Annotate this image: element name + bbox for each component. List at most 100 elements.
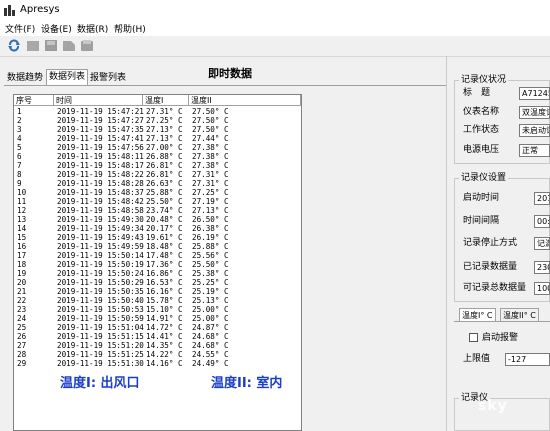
table-row[interactable]: 26 2019-11-19 15:51:15 14.41° C 24.68° C	[14, 332, 301, 341]
menu-device[interactable]: 设备(E)	[41, 22, 72, 35]
cell-time: 2019-11-19 15:51:20	[57, 341, 144, 350]
cell-temp2: 25.13° C	[192, 296, 229, 305]
setting-field[interactable]: 00:	[534, 215, 550, 228]
table-row[interactable]: 17 2019-11-19 15:50:14 17.48° C 25.56° C	[14, 251, 301, 260]
cell-time: 2019-11-19 15:48:17	[57, 161, 144, 170]
menu-help[interactable]: 帮助(H)	[114, 22, 146, 35]
cell-temp2: 27.44° C	[192, 134, 229, 143]
pane-divider[interactable]	[446, 56, 447, 431]
status-field[interactable]: 双温度记	[519, 106, 550, 119]
column-header-temp2[interactable]: 温度II	[189, 95, 301, 106]
tab-temp1[interactable]: 温度I° C	[459, 308, 496, 322]
cell-index: 17	[17, 251, 27, 260]
status-field[interactable]: A712456	[519, 87, 550, 100]
cell-temp1: 27.25° C	[146, 116, 183, 125]
table-row[interactable]: 1 2019-11-19 15:47:21 27.31° C 27.50° C	[14, 107, 301, 116]
open-file-icon[interactable]	[26, 39, 40, 52]
cell-time: 2019-11-19 15:48:22	[57, 170, 144, 179]
annotation-temp1: 温度I: 出风口	[60, 376, 140, 391]
table-row[interactable]: 22 2019-11-19 15:50:40 15.78° C 25.13° C	[14, 296, 301, 305]
cell-temp1: 20.17° C	[146, 224, 183, 233]
column-header-temp1[interactable]: 温度I	[143, 95, 189, 106]
table-row[interactable]: 3 2019-11-19 15:47:35 27.13° C 27.50° C	[14, 125, 301, 134]
cell-temp1: 25.88° C	[146, 188, 183, 197]
tab-data-list[interactable]: 数据列表	[46, 69, 89, 86]
cell-temp2: 25.19° C	[192, 287, 229, 296]
cell-temp2: 27.31° C	[192, 170, 229, 179]
cell-time: 2019-11-19 15:51:30	[57, 359, 144, 368]
refresh-icon[interactable]	[7, 39, 21, 52]
setting-field[interactable]: 201	[534, 192, 550, 205]
cell-temp1: 26.81° C	[146, 170, 183, 179]
cell-temp1: 14.91° C	[146, 314, 183, 323]
cell-time: 2019-11-19 15:48:11	[57, 152, 144, 161]
cell-temp2: 27.25° C	[192, 188, 229, 197]
cell-temp2: 27.50° C	[192, 116, 229, 125]
cell-temp2: 24.49° C	[192, 359, 229, 368]
cell-time: 2019-11-19 15:50:40	[57, 296, 144, 305]
title-bar	[0, 0, 550, 20]
cell-temp2: 27.50° C	[192, 125, 229, 134]
tab-temp2[interactable]: 温度II° C	[500, 308, 539, 322]
menu-data[interactable]: 数据(R)	[77, 22, 108, 35]
cell-temp1: 27.13° C	[146, 125, 183, 134]
table-row[interactable]: 9 2019-11-19 15:48:28 26.63° C 27.31° C	[14, 179, 301, 188]
table-row[interactable]: 15 2019-11-19 15:49:43 19.61° C 26.19° C	[14, 233, 301, 242]
cell-index: 15	[17, 233, 27, 242]
table-row[interactable]: 11 2019-11-19 15:48:42 25.50° C 27.19° C	[14, 197, 301, 206]
window-title: Apresys	[20, 4, 60, 15]
tab-data-trend[interactable]: 数据趋势	[5, 71, 45, 85]
status-label: 工作状态	[463, 125, 500, 135]
cell-temp1: 16.86° C	[146, 269, 183, 278]
table-row[interactable]: 14 2019-11-19 15:49:34 20.17° C 26.38° C	[14, 224, 301, 233]
setting-label: 可记录总数据量	[463, 283, 527, 293]
table-row[interactable]: 25 2019-11-19 15:51:04 14.72° C 24.87° C	[14, 323, 301, 332]
cell-time: 2019-11-19 15:48:28	[57, 179, 144, 188]
table-row[interactable]: 10 2019-11-19 15:48:37 25.88° C 27.25° C	[14, 188, 301, 197]
table-row[interactable]: 12 2019-11-19 15:48:58 23.74° C 27.13° C	[14, 206, 301, 215]
table-row[interactable]: 19 2019-11-19 15:50:24 16.86° C 25.38° C	[14, 269, 301, 278]
cell-temp1: 23.74° C	[146, 206, 183, 215]
table-row[interactable]: 27 2019-11-19 15:51:20 14.35° C 24.68° C	[14, 341, 301, 350]
enable-alarm-checkbox[interactable]	[469, 333, 478, 342]
upper-limit-input[interactable]: -127	[505, 353, 550, 366]
table-row[interactable]: 5 2019-11-19 15:47:56 27.00° C 27.38° C	[14, 143, 301, 152]
table-row[interactable]: 20 2019-11-19 15:50:29 16.53° C 25.25° C	[14, 278, 301, 287]
cell-time: 2019-11-19 15:49:34	[57, 224, 144, 233]
table-row[interactable]: 6 2019-11-19 15:48:11 26.88° C 27.38° C	[14, 152, 301, 161]
menu-file[interactable]: 文件(F)	[5, 22, 35, 35]
table-row[interactable]: 8 2019-11-19 15:48:22 26.81° C 27.31° C	[14, 170, 301, 179]
cell-index: 20	[17, 278, 27, 287]
column-header-time[interactable]: 时间	[54, 95, 143, 106]
table-row[interactable]: 18 2019-11-19 15:50:19 17.36° C 25.50° C	[14, 260, 301, 269]
setting-field[interactable]: 230	[534, 261, 550, 274]
export-icon[interactable]	[62, 39, 76, 52]
table-row[interactable]: 23 2019-11-19 15:50:53 15.10° C 25.00° C	[14, 305, 301, 314]
table-row[interactable]: 29 2019-11-19 15:51:30 14.16° C 24.49° C	[14, 359, 301, 368]
setting-field[interactable]: 记满	[534, 237, 550, 250]
tab-alarm-list[interactable]: 报警列表	[88, 71, 128, 85]
table-row[interactable]: 28 2019-11-19 15:51:25 14.22° C 24.55° C	[14, 350, 301, 359]
table-row[interactable]: 2 2019-11-19 15:47:27 27.25° C 27.50° C	[14, 116, 301, 125]
cell-temp2: 24.68° C	[192, 341, 229, 350]
status-field[interactable]: 未启动记	[519, 124, 550, 137]
temp-tab-divider	[454, 321, 550, 322]
cell-temp2: 25.25° C	[192, 278, 229, 287]
cell-time: 2019-11-19 15:47:27	[57, 116, 144, 125]
cell-temp1: 15.10° C	[146, 305, 183, 314]
cell-index: 2	[17, 116, 22, 125]
table-row[interactable]: 24 2019-11-19 15:50:59 14.91° C 25.00° C	[14, 314, 301, 323]
cell-time: 2019-11-19 15:51:15	[57, 332, 144, 341]
table-row[interactable]: 4 2019-11-19 15:47:41 27.13° C 27.44° C	[14, 134, 301, 143]
table-row[interactable]: 16 2019-11-19 15:49:59 18.48° C 25.88° C	[14, 242, 301, 251]
save-icon[interactable]	[44, 39, 58, 52]
setting-field[interactable]: 100	[534, 282, 550, 295]
cell-temp2: 27.38° C	[192, 152, 229, 161]
table-row[interactable]: 7 2019-11-19 15:48:17 26.81° C 27.38° C	[14, 161, 301, 170]
upper-limit-label: 上限值	[463, 354, 491, 364]
table-row[interactable]: 21 2019-11-19 15:50:35 16.16° C 25.19° C	[14, 287, 301, 296]
table-row[interactable]: 13 2019-11-19 15:49:30 20.48° C 26.50° C	[14, 215, 301, 224]
column-header-index[interactable]: 序号	[14, 95, 54, 106]
print-icon[interactable]	[80, 39, 94, 52]
status-field[interactable]: 正常	[519, 144, 550, 157]
